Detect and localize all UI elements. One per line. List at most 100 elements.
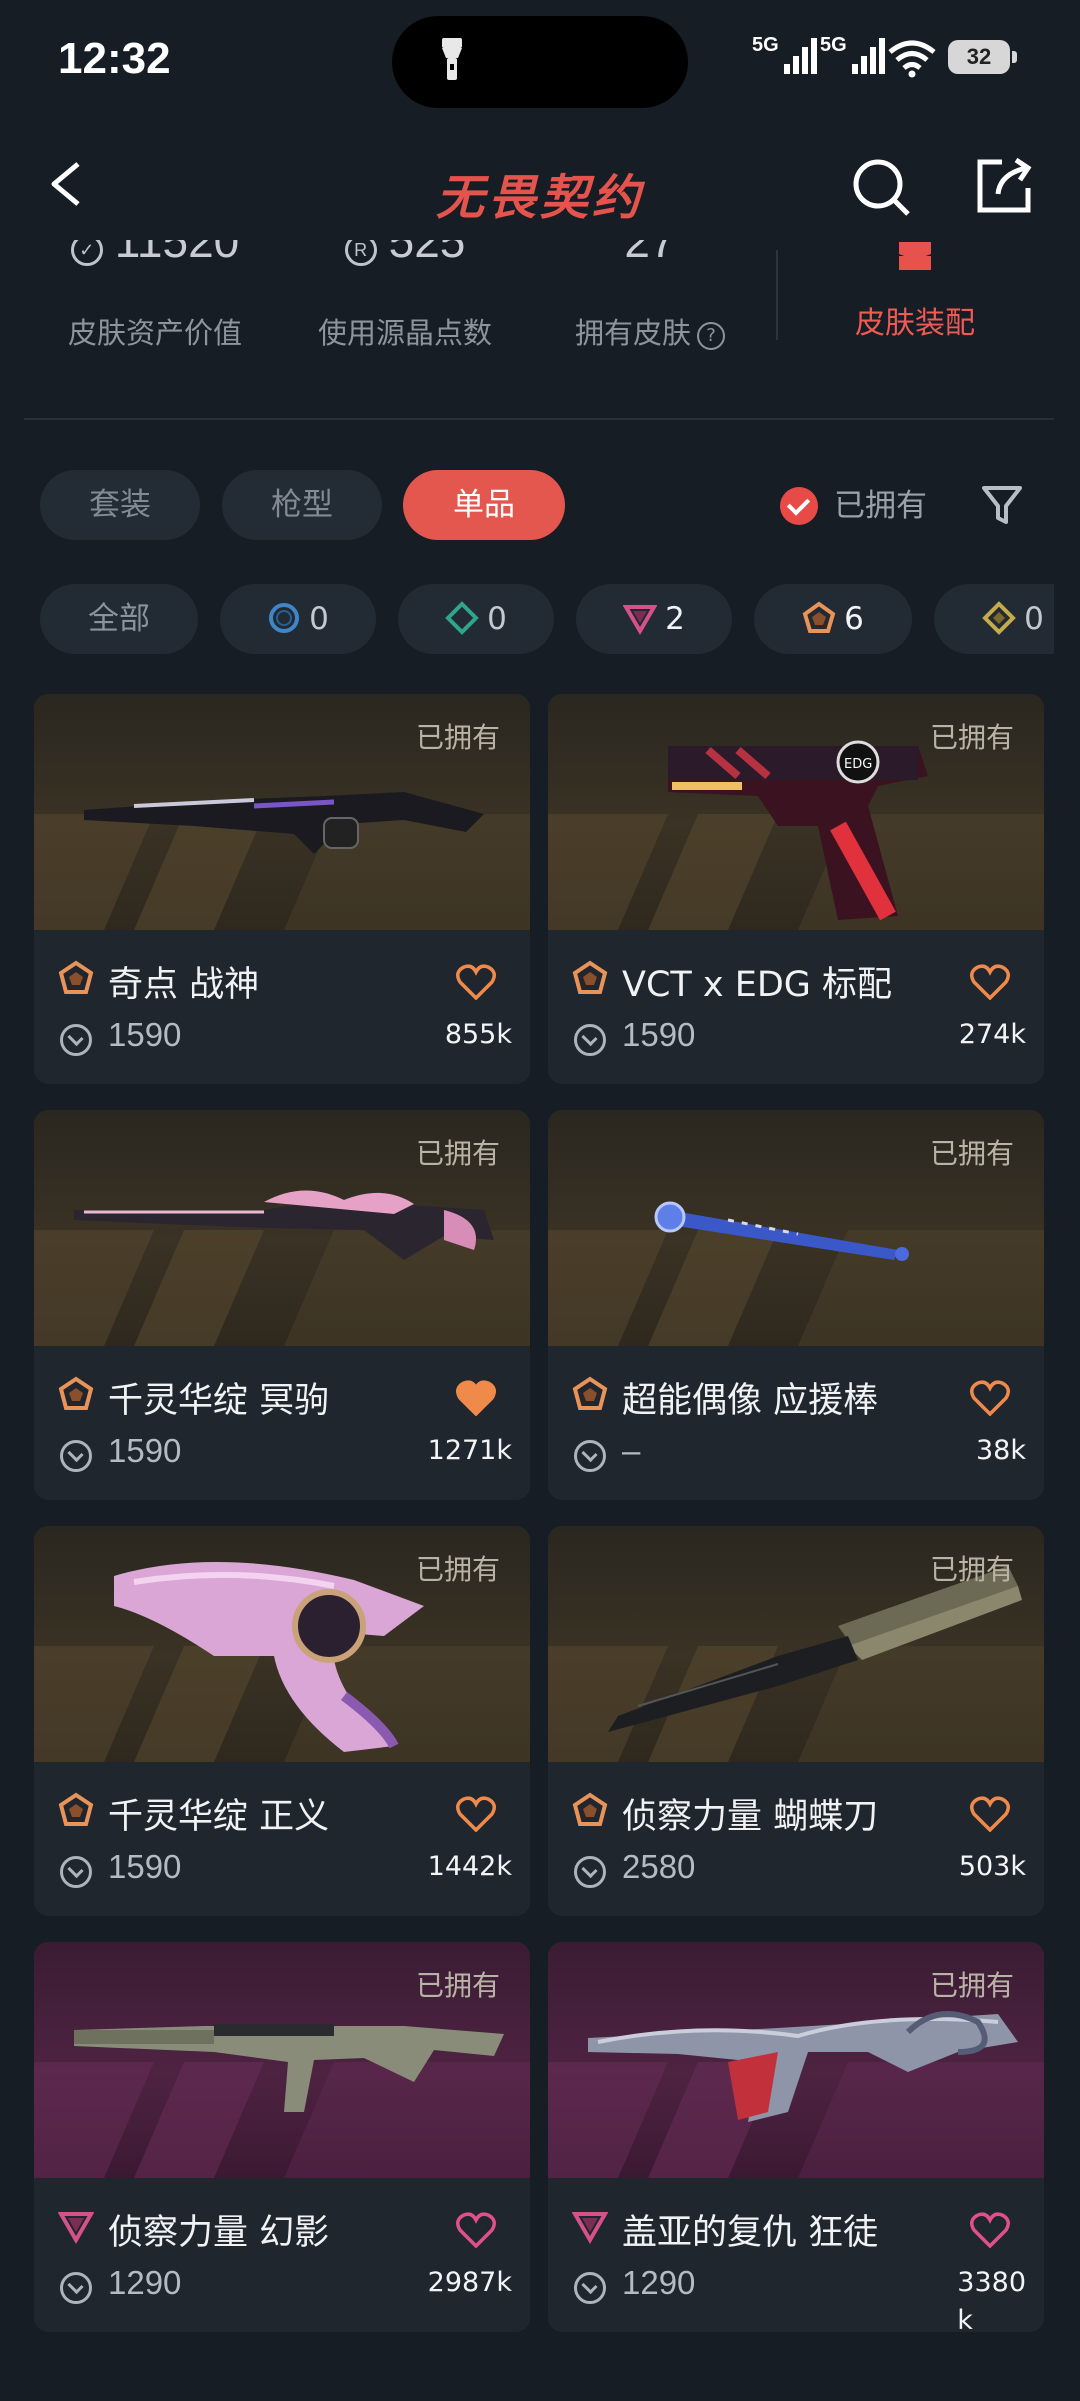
owned-label: 已拥有 xyxy=(929,1137,1014,1170)
skin-name: 侦察力量 幻影 xyxy=(108,2213,330,2253)
skin-image-area: 已拥有 xyxy=(34,694,530,930)
skin-card[interactable]: 已拥有超能偶像 应援棒 – 38k xyxy=(548,1110,1044,1500)
premium-tier-icon xyxy=(58,2212,94,2244)
skin-name: 超能偶像 应援棒 xyxy=(622,1381,879,1421)
like-count: 274k xyxy=(958,1019,1026,1050)
skin-image xyxy=(588,2011,1018,2122)
skin-card[interactable]: 已拥有盖亚的复仇 狂徒 1290 3380 k xyxy=(548,1942,1044,2332)
owned-label: 已拥有 xyxy=(415,1969,500,2002)
tab-single-items[interactable]: 单品 xyxy=(403,470,565,540)
chip-deluxe-tier[interactable]: 0 xyxy=(398,584,554,654)
skin-image-area: 已拥有 xyxy=(548,1942,1044,2178)
vp-currency-icon xyxy=(574,1856,606,1888)
skin-image xyxy=(84,792,484,854)
skin-image xyxy=(74,2024,504,2112)
skin-image-area: 已拥有 xyxy=(548,1110,1044,1346)
top-navigation: 无畏契约 xyxy=(0,130,1080,240)
skin-name: 千灵华绽 正义 xyxy=(108,1797,330,1837)
skin-price: – xyxy=(622,1432,641,1469)
skin-image-area: 已拥有 xyxy=(34,1110,530,1346)
vp-currency-icon xyxy=(60,1440,92,1472)
chip-select-tier[interactable]: 0 xyxy=(220,584,376,654)
select-tier-icon xyxy=(269,602,300,633)
search-icon[interactable] xyxy=(850,156,914,220)
exclusive-tier-icon xyxy=(572,1792,608,1826)
locker-icon xyxy=(899,242,931,270)
ultra-tier-icon xyxy=(982,600,1016,635)
vp-currency-icon: ✓ xyxy=(70,240,103,266)
skin-card[interactable]: 已拥有奇点 战神 1590 855k xyxy=(34,694,530,1084)
vp-currency-icon xyxy=(60,1024,92,1056)
skin-card[interactable]: 已拥有 侦察力量 幻影 1290 2987k xyxy=(34,1942,530,2332)
like-count: 38k xyxy=(976,1435,1026,1466)
owned-label: 已拥有 xyxy=(415,721,500,754)
tier-filter-chips: 全部 0 0 2 6 0 xyxy=(0,584,1054,654)
vp-currency-icon xyxy=(60,1856,92,1888)
premium-tier-icon xyxy=(572,2212,608,2244)
like-count: 855k xyxy=(444,1019,512,1050)
skin-image-area: 已拥有 xyxy=(34,1942,530,2178)
filter-icon[interactable] xyxy=(980,484,1024,526)
like-heart-icon[interactable] xyxy=(456,964,496,1000)
share-icon[interactable] xyxy=(972,154,1036,218)
flashlight-icon xyxy=(442,38,462,80)
like-heart-icon[interactable] xyxy=(456,1796,496,1832)
signal-bars-icon xyxy=(784,38,817,74)
skin-price: 1590 xyxy=(108,1432,182,1469)
skin-price: 1290 xyxy=(108,2264,182,2301)
like-heart-icon[interactable] xyxy=(970,1796,1010,1832)
skin-name: 盖亚的复仇 狂徒 xyxy=(622,2213,879,2253)
battery-indicator: 32 xyxy=(948,40,1017,74)
skin-image xyxy=(654,1201,909,1261)
vp-currency-icon xyxy=(574,2272,606,2304)
clock: 12:32 xyxy=(58,34,171,83)
status-bar: 12:32 5G 5G 32 xyxy=(0,0,1080,120)
chip-exclusive-tier[interactable]: 6 xyxy=(754,584,912,654)
like-count: 503k xyxy=(958,1851,1026,1882)
exclusive-tier-icon xyxy=(802,601,836,633)
skin-card[interactable]: EDG 已拥有 VCT x EDG 标配 1590 274k xyxy=(548,694,1044,1084)
like-count: 3380 k xyxy=(957,2267,1026,2332)
skin-name: 奇点 战神 xyxy=(108,965,260,1005)
checked-icon xyxy=(780,486,818,525)
premium-tier-icon xyxy=(623,604,658,635)
deluxe-tier-icon xyxy=(445,600,479,635)
skin-price: 2580 xyxy=(622,1848,696,1885)
skin-price: 1590 xyxy=(108,1016,182,1053)
exclusive-tier-icon xyxy=(58,1792,94,1826)
svg-text:EDG: EDG xyxy=(844,757,872,772)
chip-premium-tier[interactable]: 2 xyxy=(576,584,732,654)
skin-equip-button[interactable]: 皮肤装配 xyxy=(800,240,1030,342)
skin-price: 1590 xyxy=(108,1848,182,1885)
skin-card[interactable]: 已拥有 侦察力量 蝴蝶刀 2580 503k xyxy=(548,1526,1044,1916)
dynamic-island xyxy=(392,16,688,108)
skin-card[interactable]: 已拥有 千灵华绽 冥驹 1590 1271k xyxy=(34,1110,530,1500)
chip-all[interactable]: 全部 xyxy=(40,584,198,654)
like-heart-icon[interactable] xyxy=(456,1380,496,1416)
owned-label: 已拥有 xyxy=(929,1969,1014,2002)
vp-currency-icon xyxy=(574,1024,606,1056)
help-icon[interactable]: ? xyxy=(697,322,725,350)
like-heart-icon[interactable] xyxy=(970,1380,1010,1416)
exclusive-tier-icon xyxy=(572,1376,608,1410)
owned-label: 已拥有 xyxy=(929,721,1014,754)
signal-bars-icon xyxy=(852,38,885,74)
owned-label: 已拥有 xyxy=(415,1553,500,1586)
skin-price: 1590 xyxy=(622,1016,696,1053)
tab-bundles[interactable]: 套装 xyxy=(40,470,200,540)
like-count: 1271k xyxy=(427,1435,512,1466)
tab-weapon-type[interactable]: 枪型 xyxy=(222,470,382,540)
like-heart-icon[interactable] xyxy=(970,964,1010,1000)
skin-image: EDG xyxy=(668,740,928,921)
exclusive-tier-icon xyxy=(58,960,94,994)
like-heart-icon[interactable] xyxy=(456,2212,496,2248)
chip-ultra-tier[interactable]: 0 xyxy=(934,584,1054,654)
owned-filter-toggle[interactable]: 已拥有 xyxy=(780,486,927,526)
category-tabs: 套装 枪型 单品 已拥有 xyxy=(0,470,1080,540)
section-divider xyxy=(24,418,1054,420)
owned-label: 已拥有 xyxy=(929,1553,1014,1586)
skin-price: 1290 xyxy=(622,2264,696,2301)
like-heart-icon[interactable] xyxy=(970,2212,1010,2248)
skin-card[interactable]: 已拥有 千灵华绽 正义 1590 1442k xyxy=(34,1526,530,1916)
skin-image-area: 已拥有 xyxy=(548,1526,1044,1762)
